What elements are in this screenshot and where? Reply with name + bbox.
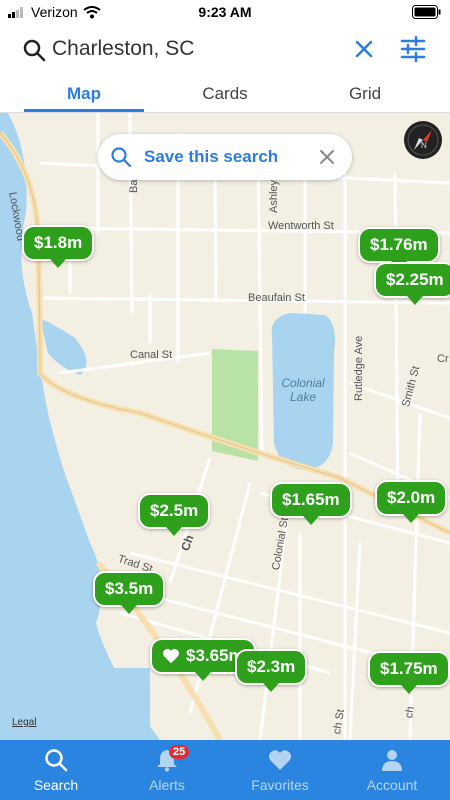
street-label: Rutledge Ave bbox=[353, 335, 365, 401]
street-label: Canal St bbox=[130, 349, 173, 361]
street-label: Cr bbox=[437, 353, 449, 365]
nav-label: Account bbox=[366, 777, 418, 793]
street-label: ch bbox=[403, 705, 417, 720]
listing-pin[interactable]: $1.75m bbox=[368, 651, 450, 694]
lake-label: Colonial Lake bbox=[281, 376, 325, 404]
view-tabs: Map Cards Grid bbox=[0, 76, 450, 113]
save-search-button[interactable]: Save this search bbox=[144, 147, 278, 167]
nav-favorites[interactable]: Favorites bbox=[224, 740, 336, 800]
listing-pin[interactable]: $1.76m bbox=[358, 227, 440, 270]
save-search-pill[interactable]: Save this search bbox=[98, 134, 352, 180]
listing-pin[interactable]: $1.8m bbox=[22, 225, 95, 268]
legal-link[interactable]: Legal bbox=[12, 717, 36, 728]
alerts-badge: 25 bbox=[169, 745, 190, 759]
status-bar: Verizon 9:23 AM bbox=[0, 0, 450, 24]
nav-account[interactable]: Account bbox=[336, 740, 448, 800]
battery-icon bbox=[412, 5, 441, 19]
tab-map[interactable]: Map bbox=[24, 84, 144, 104]
search-header: Charleston, SC bbox=[0, 24, 450, 76]
tab-grid[interactable]: Grid bbox=[305, 84, 425, 104]
search-icon bbox=[23, 39, 46, 62]
tab-cards[interactable]: Cards bbox=[165, 84, 285, 104]
nav-label: Alerts bbox=[149, 777, 185, 793]
nav-label: Favorites bbox=[251, 777, 309, 793]
street-label: Ashley bbox=[268, 179, 280, 213]
close-icon[interactable] bbox=[318, 148, 336, 166]
filter-icon[interactable] bbox=[400, 36, 426, 62]
nav-alerts[interactable]: 25 Alerts bbox=[111, 740, 223, 800]
svg-text:N: N bbox=[421, 141, 427, 150]
app-screen: Verizon 9:23 AM Charleston, SC Map Cards… bbox=[0, 0, 450, 800]
compass-icon[interactable]: N bbox=[403, 120, 443, 160]
listing-pin[interactable]: $2.25m bbox=[374, 262, 450, 305]
search-input[interactable]: Charleston, SC bbox=[52, 37, 194, 61]
person-icon bbox=[382, 750, 402, 771]
clear-search-icon[interactable] bbox=[352, 37, 376, 61]
listing-pin[interactable]: $2.5m bbox=[138, 493, 211, 536]
street-label: Wentworth St bbox=[268, 220, 334, 232]
active-tab-indicator bbox=[24, 109, 144, 112]
nav-label: Search bbox=[33, 777, 79, 793]
bottom-nav: Search 25 Alerts Favorites Account bbox=[0, 740, 450, 800]
listing-pin[interactable]: $3.5m bbox=[93, 571, 166, 614]
clock: 9:23 AM bbox=[198, 4, 252, 20]
search-icon bbox=[45, 749, 68, 772]
listing-pin[interactable]: $1.65m bbox=[270, 482, 352, 525]
listing-pin[interactable]: $2.3m bbox=[235, 649, 308, 692]
heart-icon bbox=[163, 648, 179, 664]
listing-pin[interactable]: $2.0m bbox=[375, 480, 448, 523]
map-view[interactable]: Lockwood Barre St Ashley Wentworth St Be… bbox=[0, 113, 450, 740]
street-label: Beaufain St bbox=[248, 292, 305, 304]
heart-icon bbox=[269, 750, 291, 770]
search-icon bbox=[111, 147, 132, 168]
nav-search[interactable]: Search bbox=[0, 740, 112, 800]
